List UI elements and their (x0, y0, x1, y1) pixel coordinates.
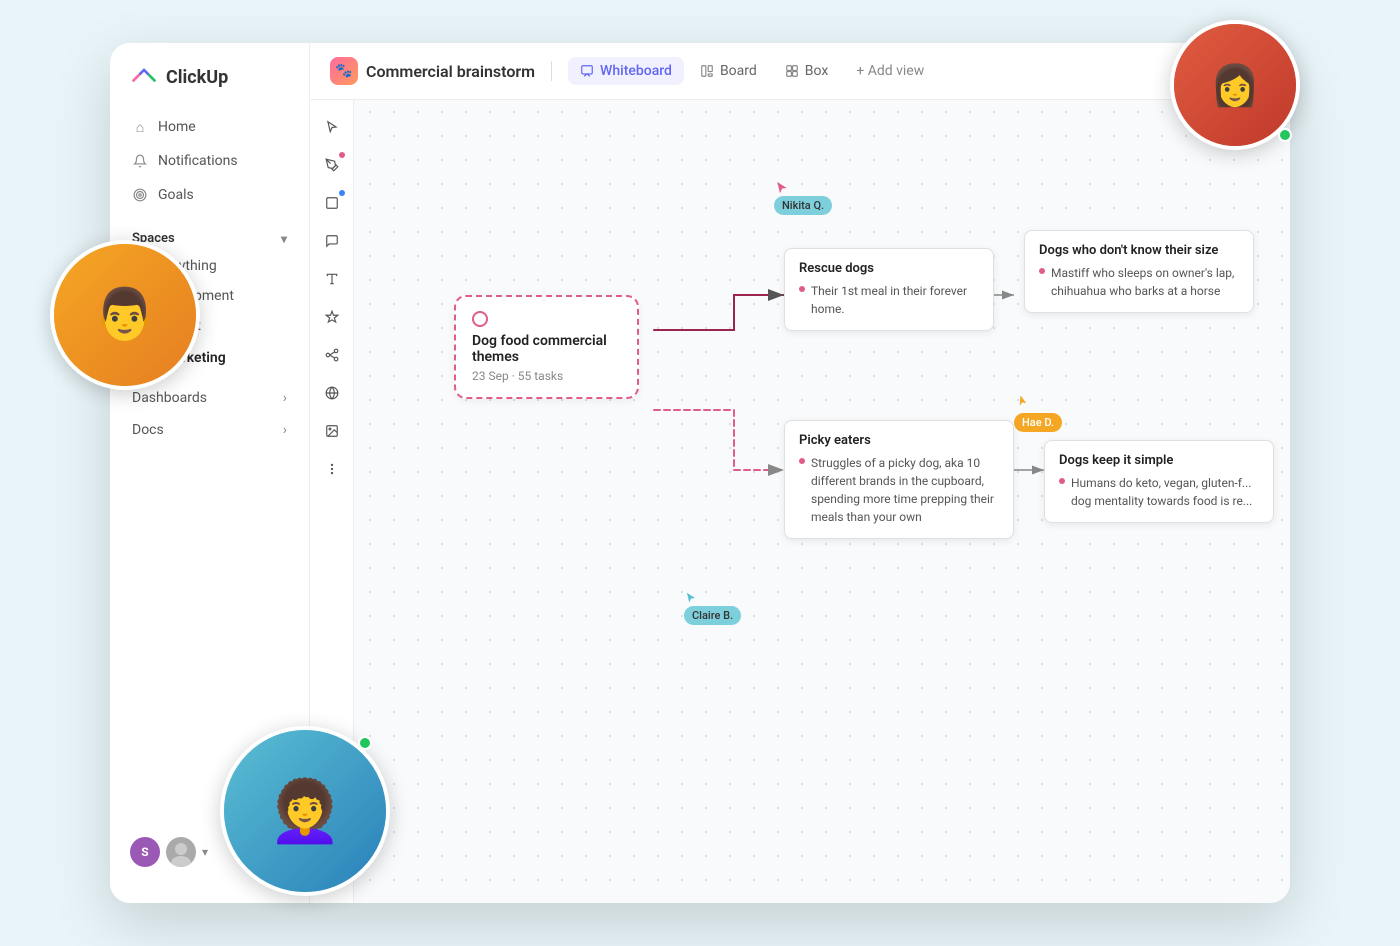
cursor-nikita: Nikita Q. (774, 180, 790, 200)
avatar-s[interactable]: S (130, 837, 160, 867)
tool-rectangle[interactable] (315, 186, 349, 220)
tool-text[interactable] (315, 262, 349, 296)
card-dogs-simple[interactable]: Dogs keep it simple Humans do keto, vega… (1044, 440, 1274, 523)
goals-label: Goals (158, 187, 194, 203)
card-picky-eaters[interactable]: Picky eaters Struggles of a picky dog, a… (784, 420, 1014, 539)
cursor-hae: Hae D. (1014, 395, 1030, 415)
box-tab-icon (785, 64, 799, 78)
add-view-button[interactable]: + Add view (844, 57, 936, 85)
main-card-status-icon (472, 311, 488, 327)
project-label: Commercial brainstorm (366, 62, 535, 81)
bullet-dot-3 (799, 458, 805, 464)
main-card-title: Dog food commercial themes (472, 333, 621, 365)
sidebar-item-docs[interactable]: Docs › (110, 414, 309, 446)
card-picky-title: Picky eaters (799, 433, 999, 448)
goals-icon (132, 187, 148, 203)
tool-connections[interactable] (315, 338, 349, 372)
sidebar-item-home[interactable]: ⌂ Home (120, 111, 299, 143)
card-rescue-bullet: Their 1st meal in their forever home. (799, 282, 979, 318)
box-tab-label: Box (805, 63, 829, 79)
cursor-claire: Claire B. (684, 590, 698, 609)
clickup-logo-icon (130, 63, 158, 91)
bullet-dot-4 (1059, 478, 1065, 484)
whiteboard-tab-icon (580, 64, 594, 78)
header: 🐾 Commercial brainstorm Whiteboard (310, 43, 1290, 100)
card-simple-bullet: Humans do keto, vegan, gluten-f... dog m… (1059, 474, 1259, 510)
home-label: Home (158, 119, 196, 135)
tool-image[interactable] (315, 414, 349, 448)
cursor-nikita-icon (774, 180, 790, 196)
main-content: 🐾 Commercial brainstorm Whiteboard (310, 43, 1290, 903)
card-rescue-title: Rescue dogs (799, 261, 979, 276)
cursor-label-nikita: Nikita Q. (774, 196, 832, 215)
pen-dot (339, 152, 345, 158)
card-simple-title: Dogs keep it simple (1059, 453, 1259, 468)
card-rescue-dogs[interactable]: Rescue dogs Their 1st meal in their fore… (784, 248, 994, 331)
tool-globe[interactable] (315, 376, 349, 410)
main-card-subtitle: 23 Sep · 55 tasks (472, 369, 621, 383)
project-title: 🐾 Commercial brainstorm (330, 57, 535, 85)
tool-cursor[interactable] (315, 110, 349, 144)
tool-sparkle[interactable] (315, 300, 349, 334)
avatar-bottom-status-dot (358, 736, 372, 750)
tool-note[interactable] (315, 224, 349, 258)
cursor-hae-icon (1012, 393, 1033, 414)
cursor-label-claire: Claire B. (684, 606, 741, 625)
nav-items: ⌂ Home Notifications (110, 111, 309, 211)
deco-avatar-left: 👨 (50, 240, 200, 390)
deco-avatar-bottom: 👩‍🦱 (220, 726, 390, 896)
bullet-dot (799, 286, 805, 292)
project-icon: 🐾 (330, 57, 358, 85)
card-picky-bullet: Struggles of a picky dog, aka 10 differe… (799, 454, 999, 526)
main-card[interactable]: Dog food commercial themes 23 Sep · 55 t… (454, 295, 639, 399)
add-view-label: + Add view (856, 63, 924, 79)
sidebar-item-goals[interactable]: Goals (120, 179, 299, 211)
deco-avatar-top-right: 👩 (1170, 20, 1300, 150)
view-tabs: Whiteboard Board (568, 57, 936, 85)
card-dogs-size[interactable]: Dogs who don't know their size Mastiff w… (1024, 230, 1254, 313)
cursor-label-hae: Hae D. (1014, 413, 1062, 432)
avatar-dropdown-icon[interactable]: ▾ (202, 845, 208, 859)
board-tab-label: Board (720, 63, 757, 79)
logo: ClickUp (110, 63, 309, 111)
bell-icon (132, 153, 148, 169)
notifications-label: Notifications (158, 153, 238, 169)
dashboards-label: Dashboards (132, 390, 207, 406)
card-size-title: Dogs who don't know their size (1039, 243, 1239, 258)
home-icon: ⌂ (132, 119, 148, 135)
board-tab-icon (700, 64, 714, 78)
avatar-top-status-dot (1278, 128, 1292, 142)
canvas-area: Nikita Q. Dog food commercial themes 23 … (354, 100, 1290, 903)
docs-label: Docs (132, 422, 164, 438)
dashboards-arrow-icon: › (283, 390, 287, 406)
rect-dot (339, 190, 345, 196)
dashboards-section: Dashboards › Docs › (110, 382, 309, 446)
whiteboard-canvas: Nikita Q. Dog food commercial themes 23 … (310, 100, 1290, 903)
card-size-bullet: Mastiff who sleeps on owner's lap, chihu… (1039, 264, 1239, 300)
bullet-dot-2 (1039, 268, 1045, 274)
sidebar-item-notifications[interactable]: Notifications (120, 145, 299, 177)
cursor-claire-icon (684, 591, 698, 605)
tab-whiteboard[interactable]: Whiteboard (568, 57, 684, 85)
tab-board[interactable]: Board (688, 57, 769, 85)
avatar-user[interactable] (166, 837, 196, 867)
spaces-chevron-icon[interactable]: ▾ (281, 232, 287, 246)
tool-pen[interactable] (315, 148, 349, 182)
app-name: ClickUp (166, 67, 228, 88)
whiteboard-tab-label: Whiteboard (600, 63, 672, 79)
tool-more[interactable] (315, 452, 349, 486)
header-divider (551, 61, 552, 81)
tab-box[interactable]: Box (773, 57, 841, 85)
docs-arrow-icon: › (283, 422, 287, 438)
